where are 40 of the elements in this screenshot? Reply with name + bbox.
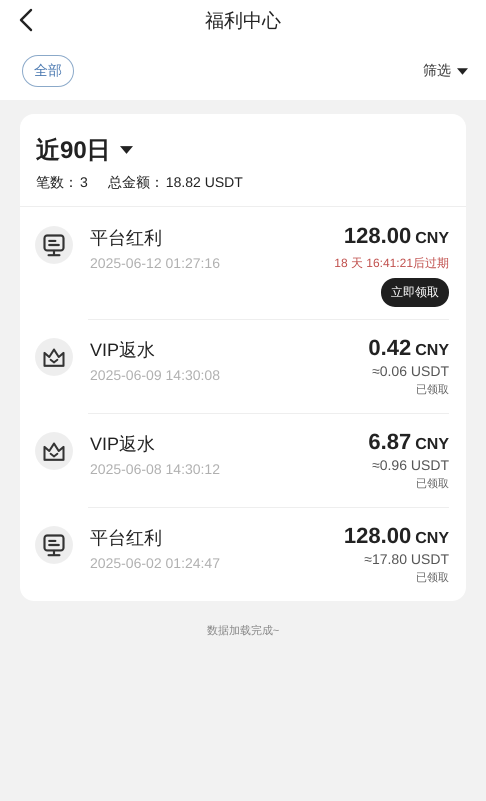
period-dropdown[interactable]: 近90日 xyxy=(36,134,133,166)
caret-icon xyxy=(120,146,133,154)
category-chip[interactable]: 全部 xyxy=(22,55,74,87)
currency-label: CNY xyxy=(415,530,449,548)
amount-value: 128.00 xyxy=(344,523,412,549)
caret-icon xyxy=(457,68,468,74)
crown-icon xyxy=(35,432,73,470)
record-title: VIP返水 xyxy=(90,433,156,456)
expiry-countdown: 18 天 16:41:21后过期 xyxy=(334,255,449,272)
record-time: 2025-06-08 14:30:12 xyxy=(90,461,221,477)
total-value: 18.82 USDT xyxy=(166,174,243,190)
page-title: 福利中心 xyxy=(205,10,281,34)
record-title: 平台红利 xyxy=(90,227,163,250)
amount-value: 128.00 xyxy=(344,223,412,249)
amount-value: 0.42 xyxy=(368,335,412,361)
converted-amount: ≈0.06 USDT xyxy=(372,363,449,379)
record-time: 2025-06-09 14:30:08 xyxy=(90,367,221,383)
crown-icon xyxy=(35,338,73,376)
filter-dropdown[interactable]: 筛选 xyxy=(421,60,470,82)
currency-label: CNY xyxy=(415,342,449,360)
claimed-status: 已领取 xyxy=(416,477,449,491)
currency-label: CNY xyxy=(415,230,449,248)
back-icon[interactable] xyxy=(19,8,33,32)
record-title: VIP返水 xyxy=(90,339,156,362)
monitor-icon xyxy=(35,226,73,264)
count-value: 3 xyxy=(80,174,88,190)
monitor-icon xyxy=(35,526,73,564)
record-time: 2025-06-12 01:27:16 xyxy=(90,255,221,271)
claim-button[interactable]: 立即领取 xyxy=(381,278,449,307)
record-title: 平台红利 xyxy=(90,527,163,550)
count-label: 笔数： xyxy=(36,174,78,192)
converted-amount: ≈17.80 USDT xyxy=(364,551,449,567)
converted-amount: ≈0.96 USDT xyxy=(372,457,449,473)
claimed-status: 已领取 xyxy=(416,383,449,397)
total-label: 总金额： xyxy=(108,174,164,192)
record-time: 2025-06-02 01:24:47 xyxy=(90,555,221,571)
claimed-status: 已领取 xyxy=(416,571,449,585)
amount-value: 6.87 xyxy=(368,429,412,455)
currency-label: CNY xyxy=(415,436,449,454)
load-complete-text: 数据加载完成~ xyxy=(206,624,280,638)
